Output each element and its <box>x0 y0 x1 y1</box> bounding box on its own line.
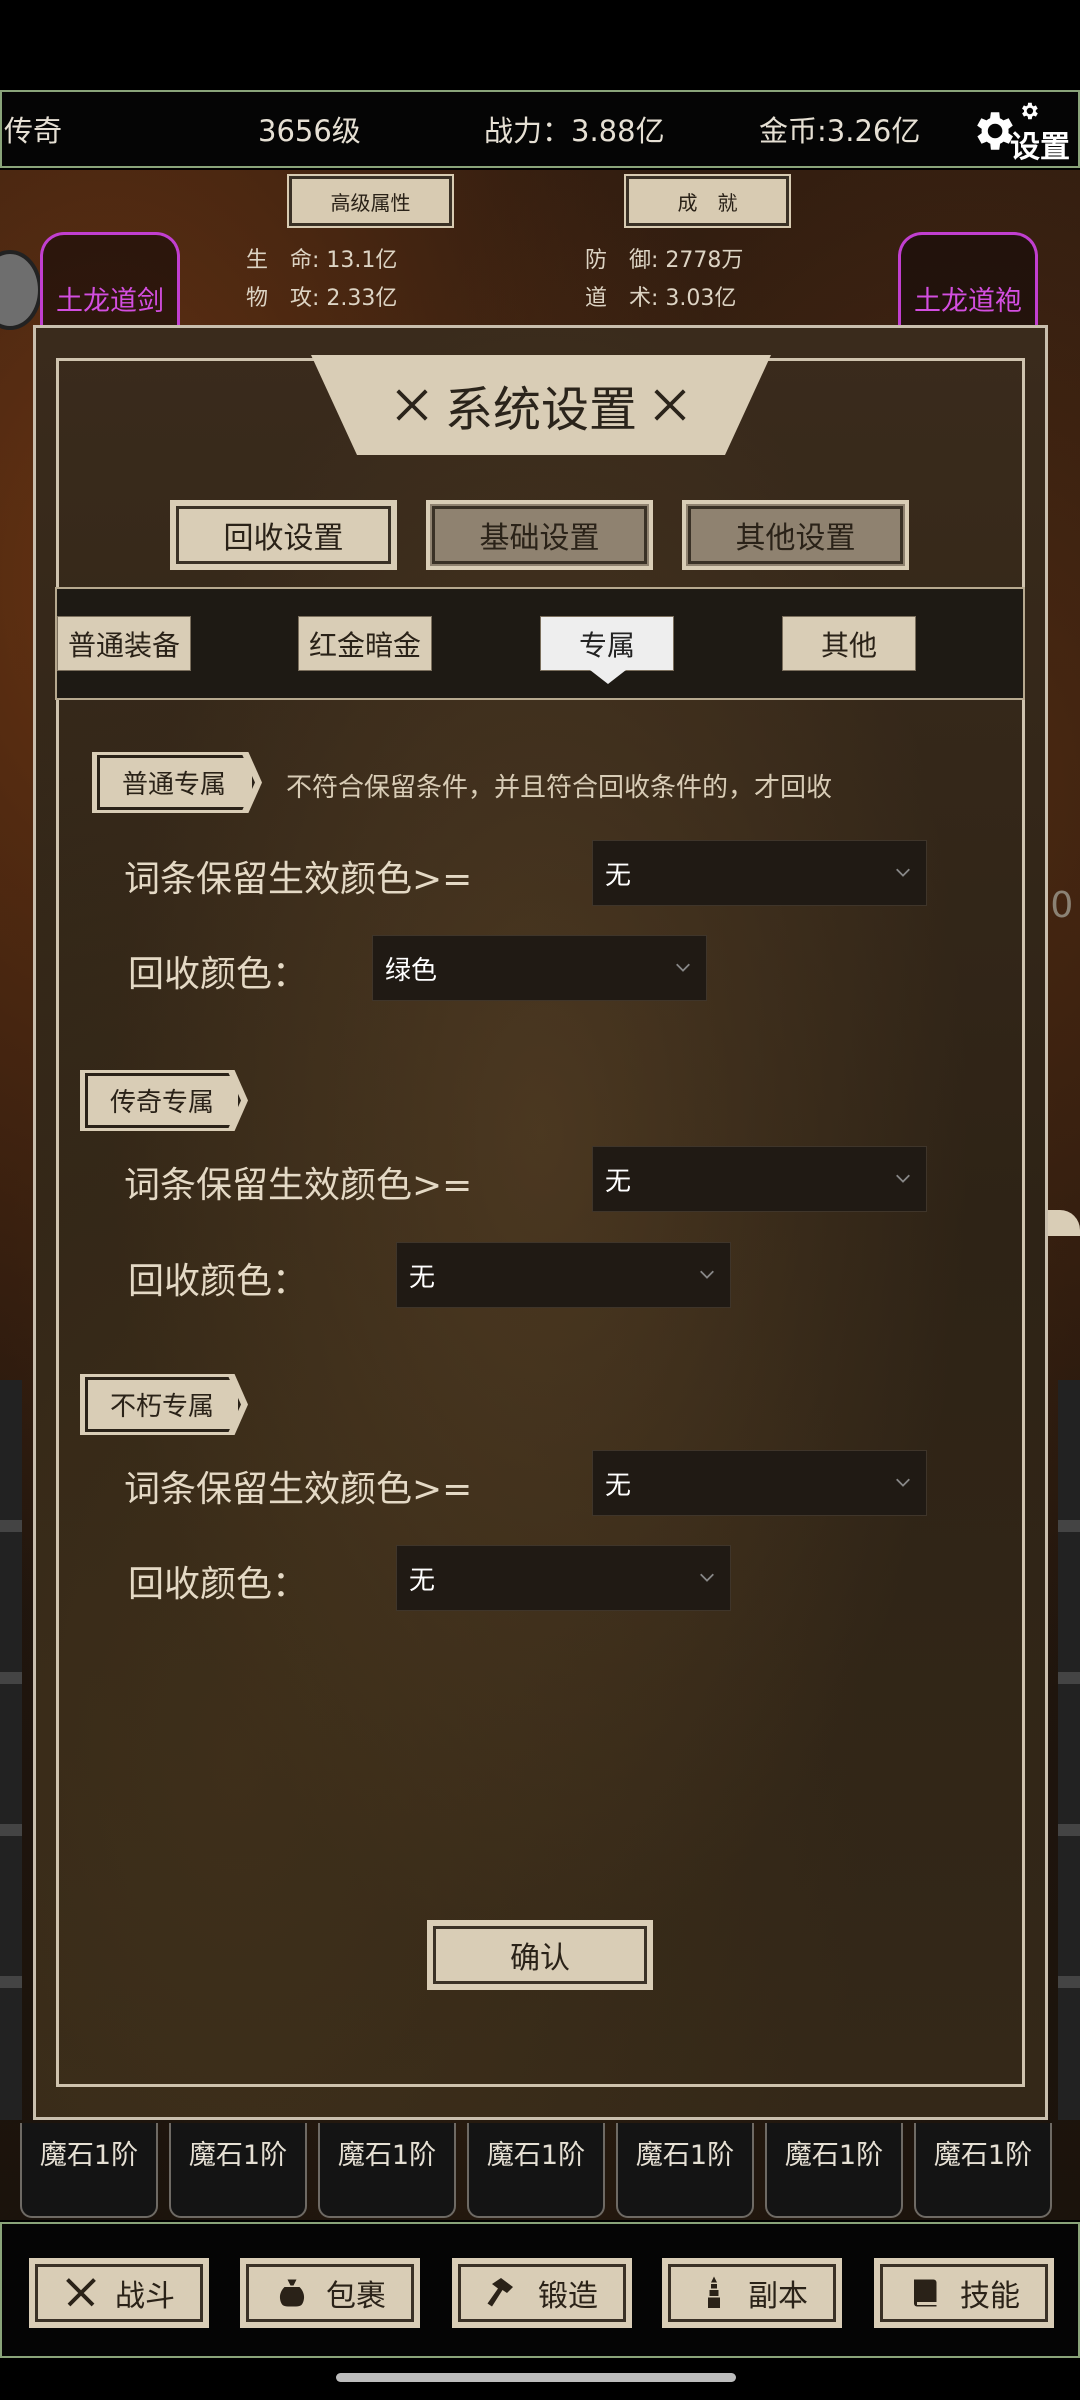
stat-attack: 物 攻: 2.33亿 <box>246 280 397 312</box>
chevron-down-icon <box>896 1478 910 1487</box>
select-value: 绿色 <box>385 955 438 986</box>
keep-color-select[interactable]: 无 <box>592 1450 927 1516</box>
settings-label: 设置 <box>1010 130 1070 165</box>
subtab-red-gold[interactable]: 红金暗金 <box>298 616 432 671</box>
nav-label: 战斗 <box>115 2279 175 2314</box>
achievements-button[interactable]: 成 就 <box>624 174 791 228</box>
recycle-color-label: 回收颜色： <box>128 1564 309 1605</box>
inventory-item[interactable]: 魔石1阶 <box>318 2123 456 2218</box>
player-name: 传奇 <box>4 114 63 148</box>
nav-battle-button[interactable]: 战斗 <box>29 2258 209 2328</box>
subtab-exclusive[interactable]: 专属 <box>540 616 674 671</box>
combat-power: 战力：3.88亿 <box>484 114 665 148</box>
stat-value: 2.33亿 <box>326 286 398 311</box>
settings-button[interactable]: 设置 <box>960 96 1070 166</box>
stat-label: 生 命: <box>246 248 320 273</box>
chevron-down-icon <box>676 963 690 972</box>
nav-label: 包裹 <box>326 2279 386 2314</box>
stat-value: 3.03亿 <box>665 286 737 311</box>
chevron-down-icon <box>700 1270 714 1279</box>
tower-icon <box>708 2276 720 2308</box>
crossed-swords-icon <box>654 389 686 421</box>
dialog-title-plate: 系统设置 <box>311 355 771 455</box>
crossed-swords-icon <box>66 2278 96 2307</box>
subtab-normal-equipment[interactable]: 普通装备 <box>57 616 191 671</box>
select-value: 无 <box>605 860 632 891</box>
stat-value: 13.1亿 <box>326 248 398 273</box>
nav-label: 锻造 <box>538 2279 598 2314</box>
inventory-row: 魔石1阶 魔石1阶 魔石1阶 魔石1阶 魔石1阶 魔石1阶 魔石1阶 <box>20 2123 1068 2218</box>
select-value: 无 <box>409 1262 436 1293</box>
nav-dungeon-button[interactable]: 副本 <box>662 2258 842 2328</box>
recycle-color-label: 回收颜色： <box>128 954 309 995</box>
home-indicator[interactable] <box>336 2373 736 2382</box>
chevron-down-icon <box>896 1174 910 1183</box>
section-tag-immortal-exclusive: 不朽专属 <box>85 1377 241 1432</box>
keep-color-label: 词条保留生效颜色>= <box>124 1165 473 1206</box>
right-side-slots <box>1058 1380 1080 2120</box>
stat-label: 防 御: <box>585 248 659 273</box>
stat-hp: 生 命: 13.1亿 <box>246 242 397 274</box>
tab-basic-settings[interactable]: 基础设置 <box>426 500 653 570</box>
recycle-color-select[interactable]: 绿色 <box>372 935 707 1001</box>
tab-other-settings[interactable]: 其他设置 <box>682 500 909 570</box>
chevron-down-icon <box>896 868 910 877</box>
keep-color-label: 词条保留生效颜色>= <box>124 859 473 900</box>
bottom-navigation: 战斗 包裹 锻造 副本 技能 <box>0 2222 1080 2358</box>
stat-value: 2778万 <box>665 248 744 273</box>
right-equip-slot[interactable]: 土龙道袍 <box>898 232 1038 332</box>
inventory-item[interactable]: 魔石1阶 <box>914 2123 1052 2218</box>
keep-color-select[interactable]: 无 <box>592 840 927 906</box>
hammer-icon <box>487 2278 513 2307</box>
crossed-swords-icon <box>396 389 428 421</box>
book-icon <box>914 2279 937 2307</box>
top-status-bar: 传奇 3656级 战力：3.88亿 金币:3.26亿 设置 <box>0 90 1080 168</box>
nav-forge-button[interactable]: 锻造 <box>452 2258 632 2328</box>
recycle-color-select[interactable]: 无 <box>396 1242 731 1308</box>
nav-skills-button[interactable]: 技能 <box>874 2258 1054 2328</box>
tab-recycle-settings[interactable]: 回收设置 <box>170 500 397 570</box>
selected-subtab-pointer <box>590 670 626 684</box>
nav-bag-button[interactable]: 包裹 <box>240 2258 420 2328</box>
stat-label: 物 攻: <box>246 286 320 311</box>
player-level: 3656级 <box>258 114 361 148</box>
left-side-slots <box>0 1380 22 2120</box>
inventory-item[interactable]: 魔石1阶 <box>169 2123 307 2218</box>
keep-color-select[interactable]: 无 <box>592 1146 927 1212</box>
stat-defense: 防 御: 2778万 <box>585 242 743 274</box>
confirm-button[interactable]: 确认 <box>427 1920 653 1990</box>
inventory-item[interactable]: 魔石1阶 <box>616 2123 754 2218</box>
select-value: 无 <box>605 1166 632 1197</box>
left-equip-slot[interactable]: 土龙道剑 <box>40 232 180 332</box>
section-tag-normal-exclusive: 普通专属 <box>97 755 255 810</box>
gold-amount: 金币:3.26亿 <box>759 114 921 148</box>
select-value: 无 <box>409 1565 436 1596</box>
select-value: 无 <box>605 1470 632 1501</box>
inventory-item[interactable]: 魔石1阶 <box>765 2123 903 2218</box>
nav-label: 副本 <box>748 2279 808 2314</box>
inventory-item[interactable]: 魔石1阶 <box>20 2123 158 2218</box>
small-gear-icon <box>1022 102 1038 120</box>
recycle-hint: 不符合保留条件，并且符合回收条件的，才回收 <box>286 773 833 803</box>
inventory-item[interactable]: 魔石1阶 <box>467 2123 605 2218</box>
chevron-down-icon <box>700 1573 714 1582</box>
subtab-other[interactable]: 其他 <box>782 616 916 671</box>
stat-taoism: 道 术: 3.03亿 <box>585 280 736 312</box>
dialog-title: 系统设置 <box>444 382 637 438</box>
bag-icon <box>279 2279 305 2307</box>
section-tag-legend-exclusive: 传奇专属 <box>85 1073 241 1128</box>
keep-color-label: 词条保留生效颜色>= <box>124 1469 473 1510</box>
advanced-attributes-button[interactable]: 高级属性 <box>287 174 454 228</box>
recycle-color-label: 回收颜色： <box>128 1261 309 1302</box>
stat-label: 道 术: <box>585 286 659 311</box>
nav-label: 技能 <box>960 2279 1020 2314</box>
recycle-color-select[interactable]: 无 <box>396 1545 731 1611</box>
